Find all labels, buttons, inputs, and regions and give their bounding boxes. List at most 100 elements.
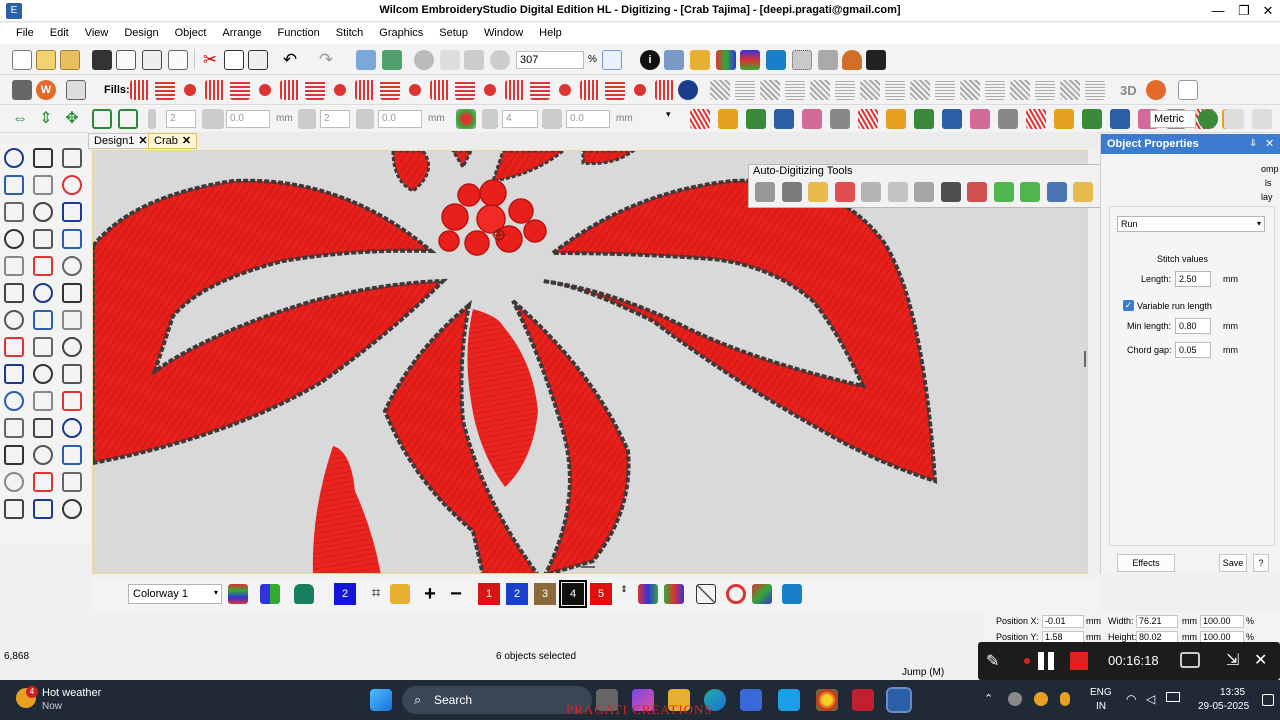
color-palette-icon[interactable] — [740, 50, 760, 70]
tab-design1-close-icon[interactable]: ✕ — [138, 135, 147, 147]
design-canvas[interactable] — [92, 150, 1088, 574]
travel-icon[interactable] — [356, 50, 376, 70]
pattern-fill-15-icon[interactable] — [1060, 80, 1080, 100]
menu-stitch[interactable]: Stitch — [328, 23, 372, 44]
browse-folder-icon[interactable] — [60, 50, 80, 70]
left-tool-14-1-icon[interactable] — [4, 499, 24, 519]
width-pct-input[interactable]: 100.00 — [1200, 615, 1244, 628]
left-tool-10-2-icon[interactable] — [33, 391, 53, 411]
left-tool-5-3-icon[interactable] — [62, 256, 82, 276]
left-tool-3-2-icon[interactable] — [33, 202, 53, 222]
left-tool-2-1-icon[interactable] — [4, 175, 24, 195]
spin-c[interactable]: 2 — [320, 110, 350, 128]
toolbar-overflow-icon[interactable]: ▾ — [666, 109, 676, 129]
tab-crab[interactable]: Crab ✕ — [148, 133, 198, 149]
taskbar-search[interactable]: ⌕ Search — [402, 686, 592, 714]
partial-tab-2[interactable]: ls — [1265, 178, 1272, 188]
swatch-1[interactable]: 1 — [478, 583, 500, 605]
auto-digitize-tool-3-icon[interactable] — [808, 182, 828, 202]
partial-tab-1[interactable]: omp — [1261, 164, 1279, 174]
cut-icon[interactable]: ✂ — [200, 50, 220, 70]
petal-top-far-right[interactable] — [581, 151, 636, 165]
outline-icon[interactable] — [12, 80, 32, 100]
print-preview-icon[interactable] — [116, 50, 136, 70]
tab-crab-close-icon[interactable]: ✕ — [182, 135, 191, 147]
arrows-all-icon[interactable]: ✥ — [62, 109, 82, 129]
pattern-fill-16-icon[interactable] — [1085, 80, 1105, 100]
pattern-fill-12-icon[interactable] — [985, 80, 1005, 100]
stitch-tool-7-icon[interactable] — [858, 109, 878, 129]
help-button[interactable]: ? — [1253, 554, 1269, 572]
fill-type-14-icon[interactable] — [455, 80, 475, 100]
swatch-5[interactable]: 5 — [590, 583, 612, 605]
chord-gap-input[interactable]: 0.05 — [1175, 342, 1211, 358]
stitch-tool-9-icon[interactable] — [914, 109, 934, 129]
left-tool-7-1-icon[interactable] — [4, 310, 24, 330]
stitch-tool-14-icon[interactable] — [1054, 109, 1074, 129]
language-1[interactable]: ENG — [1090, 687, 1112, 698]
petal-top-mid[interactable] — [451, 151, 473, 171]
stitch-type-select[interactable]: Run ▾ — [1117, 216, 1265, 232]
3d-label[interactable]: 3D — [1120, 83, 1137, 98]
auto-digitize-tool-13-icon[interactable] — [1073, 182, 1093, 202]
tab-design1[interactable]: Design1 ✕ — [88, 133, 154, 149]
menu-file[interactable]: File — [8, 23, 42, 44]
battery-icon[interactable] — [1166, 692, 1180, 702]
auto-digitize-tool-5-icon[interactable] — [861, 182, 881, 202]
fill-bucket-icon[interactable] — [390, 584, 410, 604]
offset-icon[interactable] — [356, 109, 374, 129]
hoop-green-icon[interactable] — [1198, 109, 1218, 129]
embroidery-studio-icon[interactable] — [886, 687, 912, 713]
min-length-input[interactable]: 0.80 — [1175, 318, 1211, 334]
zoom-field[interactable]: 307 — [516, 51, 584, 69]
measure-icon[interactable] — [464, 50, 484, 70]
stop-icon[interactable] — [1070, 652, 1088, 670]
chrome-icon[interactable] — [816, 689, 838, 711]
fill-type-10-icon[interactable] — [355, 80, 375, 100]
app-icon-blue[interactable] — [778, 689, 800, 711]
partial-tab-3[interactable]: lay — [1261, 192, 1273, 202]
pattern-fill-1-icon[interactable] — [710, 80, 730, 100]
left-tool-2-3-icon[interactable] — [62, 175, 82, 195]
petal-top-left[interactable] — [391, 151, 431, 193]
stitch-tool-11-icon[interactable] — [970, 109, 990, 129]
pattern-fill-11-icon[interactable] — [960, 80, 980, 100]
fill-type-1-icon[interactable] — [130, 80, 150, 100]
auto-digitize-tool-11-icon[interactable] — [1020, 182, 1040, 202]
auto-digitize-tool-4-icon[interactable] — [834, 182, 855, 202]
menu-help[interactable]: Help — [531, 23, 570, 44]
stitch-tool-8-icon[interactable] — [886, 109, 906, 129]
left-tool-10-3-icon[interactable] — [62, 391, 82, 411]
layers-icon[interactable] — [66, 80, 86, 100]
left-tool-4-1-icon[interactable] — [4, 229, 24, 249]
left-tool-7-2-icon[interactable] — [33, 310, 53, 330]
stitch-tool-4-icon[interactable] — [774, 109, 794, 129]
left-tool-6-3-icon[interactable] — [62, 283, 82, 303]
more-tools-icon[interactable] — [1252, 109, 1272, 129]
effects-button[interactable]: Effects — [1117, 554, 1175, 572]
left-tool-9-1-icon[interactable] — [4, 364, 24, 384]
microphone-icon[interactable] — [1060, 692, 1070, 706]
design-library-icon[interactable] — [664, 50, 684, 70]
fill-type-8-icon[interactable] — [305, 80, 325, 100]
minimize-recorder-icon[interactable]: ⇲ — [1226, 650, 1239, 670]
zoom-page-icon[interactable] — [168, 50, 188, 70]
variable-run-checkbox[interactable]: ✓ — [1123, 300, 1134, 311]
thread-map-icon[interactable] — [664, 584, 684, 604]
pattern-fill-14-icon[interactable] — [1035, 80, 1055, 100]
fill-type-16-icon[interactable] — [505, 80, 525, 100]
garment-icon[interactable] — [294, 584, 314, 604]
left-tool-3-1-icon[interactable] — [4, 202, 24, 222]
fill-type-3-icon[interactable] — [180, 80, 200, 100]
zoom-icon[interactable] — [490, 50, 510, 70]
fill-type-7-icon[interactable] — [280, 80, 300, 100]
start-icon[interactable] — [370, 689, 392, 711]
left-tool-12-2-icon[interactable] — [33, 445, 53, 465]
close-recorder-icon[interactable]: ✕ — [1254, 650, 1267, 670]
pen-icon[interactable] — [440, 50, 460, 70]
menu-design[interactable]: Design — [116, 23, 166, 44]
stitch-player-icon[interactable] — [382, 50, 402, 70]
fill-type-17-icon[interactable] — [530, 80, 550, 100]
fill-type-13-icon[interactable] — [430, 80, 450, 100]
pattern-fill-9-icon[interactable] — [910, 80, 930, 100]
